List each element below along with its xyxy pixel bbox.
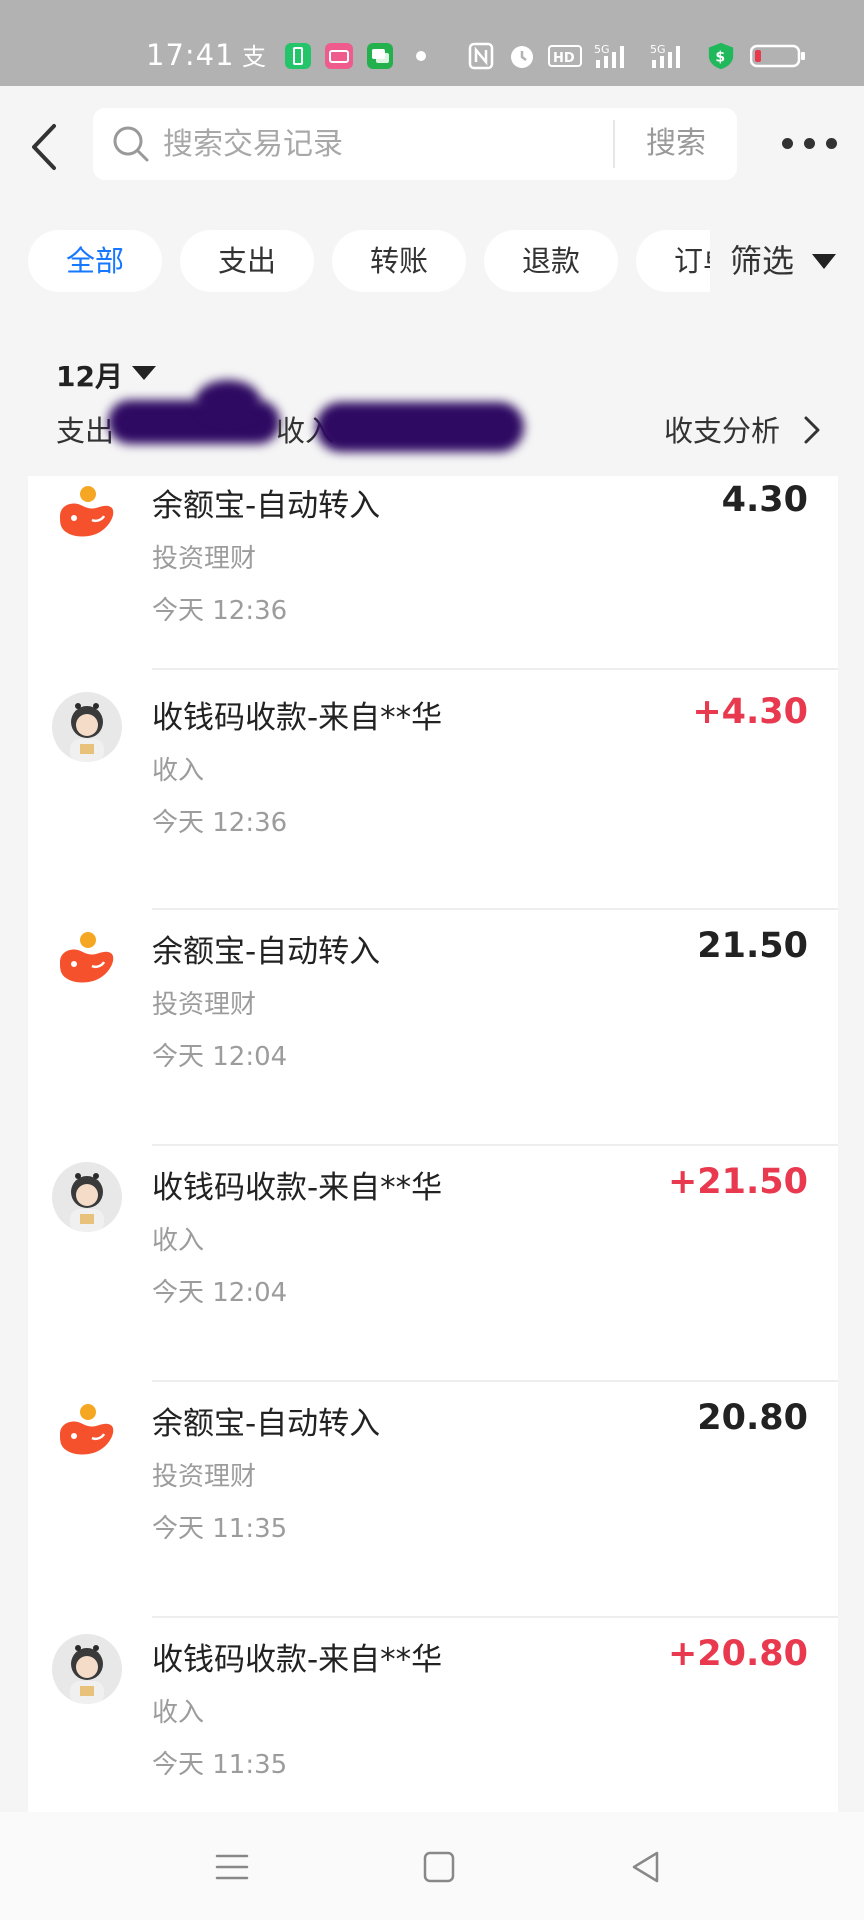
caret-down-icon <box>812 254 836 269</box>
caret-down-icon[interactable] <box>132 366 156 380</box>
transaction-amount: +20.80 <box>667 1634 808 1674</box>
transaction-category: 投资理财 <box>152 544 257 574</box>
message-icon <box>367 43 393 69</box>
chip-all[interactable]: 全部 <box>28 230 162 292</box>
avatar <box>52 1162 122 1232</box>
transaction-category: 收入 <box>152 1226 205 1256</box>
dot-icon <box>416 51 426 61</box>
search-box[interactable]: 搜索 <box>93 108 737 180</box>
transaction-list: 余额宝-自动转入 投资理财 今天 12:36 4.30 收钱码收款-来自**华 … <box>28 476 838 1812</box>
yuebao-logo-icon <box>60 486 114 537</box>
row-divider <box>152 908 838 910</box>
transaction-time: 今天 12:36 <box>152 596 288 626</box>
signal-5g-icon: 5G <box>594 43 624 68</box>
transaction-time: 今天 12:04 <box>152 1042 288 1072</box>
transaction-category: 投资理财 <box>152 1462 257 1492</box>
row-divider <box>152 1144 838 1146</box>
row-divider <box>152 1380 838 1382</box>
transaction-row[interactable]: 收钱码收款-来自**华 收入 今天 11:35 +20.80 <box>28 1624 838 1812</box>
filter-button[interactable]: 筛选 <box>710 226 864 296</box>
alipay-icon: 支 <box>242 43 266 70</box>
transaction-time: 今天 12:04 <box>152 1278 288 1308</box>
filter-chips: 全部 支出 转账 退款 订单 筛选 <box>0 226 864 296</box>
transaction-time: 今天 11:35 <box>152 1514 288 1544</box>
battery-low-icon <box>750 44 805 68</box>
row-divider <box>152 1616 838 1618</box>
battery-saver-icon <box>285 43 311 69</box>
transaction-title: 收钱码收款-来自**华 <box>152 700 443 736</box>
system-navigation-bar <box>0 1812 864 1920</box>
transaction-title: 余额宝-自动转入 <box>152 934 381 970</box>
search-button[interactable]: 搜索 <box>615 108 737 180</box>
transaction-amount: 20.80 <box>697 1398 808 1438</box>
chevron-right-icon[interactable] <box>800 414 824 446</box>
back-triangle-icon[interactable] <box>621 1842 671 1892</box>
svg-text:5G: 5G <box>594 43 610 56</box>
transaction-row[interactable]: 收钱码收款-来自**华 收入 今天 12:04 +21.50 <box>28 1152 838 1387</box>
yuebao-logo-icon <box>60 1404 114 1455</box>
svg-text:$: $ <box>715 50 725 66</box>
transaction-category: 投资理财 <box>152 990 257 1020</box>
transaction-amount: 4.30 <box>721 480 808 520</box>
avatar <box>52 692 122 762</box>
chip-expense[interactable]: 支出 <box>180 230 314 292</box>
more-menu-icon[interactable] <box>782 136 838 152</box>
transaction-title: 收钱码收款-来自**华 <box>152 1170 443 1206</box>
security-shield-icon: $ <box>708 42 734 70</box>
nfc-icon <box>468 42 494 70</box>
transaction-amount: +21.50 <box>667 1162 808 1202</box>
avatar <box>52 1634 122 1704</box>
menu-icon[interactable] <box>207 1842 257 1892</box>
chip-transfer[interactable]: 转账 <box>332 230 466 292</box>
status-time: 17:41 <box>146 38 235 72</box>
svg-text:支: 支 <box>242 43 266 70</box>
expense-label: 支出 <box>56 414 115 448</box>
svg-text:5G: 5G <box>650 43 666 56</box>
row-divider <box>152 668 838 670</box>
transaction-title: 余额宝-自动转入 <box>152 488 381 524</box>
transaction-category: 收入 <box>152 756 205 786</box>
back-arrow-icon[interactable] <box>28 122 64 172</box>
yuebao-logo-icon <box>60 932 114 983</box>
transaction-title: 收钱码收款-来自**华 <box>152 1642 443 1678</box>
transaction-row[interactable]: 余额宝-自动转入 投资理财 今天 12:36 4.30 <box>28 476 838 705</box>
transaction-time: 今天 12:36 <box>152 808 288 838</box>
transaction-amount: 21.50 <box>697 926 808 966</box>
transaction-row[interactable]: 余额宝-自动转入 投资理财 今天 12:04 21.50 <box>28 916 838 1151</box>
transaction-time: 今天 11:35 <box>152 1750 288 1780</box>
transaction-title: 余额宝-自动转入 <box>152 1406 381 1442</box>
hd-icon: HD <box>548 45 582 67</box>
search-icon <box>113 126 149 162</box>
analysis-link[interactable]: 收支分析 <box>664 408 780 450</box>
signal-5g-icon: 5G <box>650 43 680 68</box>
transaction-category: 收入 <box>152 1698 205 1728</box>
transaction-row[interactable]: 收钱码收款-来自**华 收入 今天 12:36 +4.30 <box>28 682 838 917</box>
redaction-mark <box>196 380 260 420</box>
status-bar: 17:41 支 HD 5G 5G $ <box>0 0 864 86</box>
redaction-mark <box>316 402 524 452</box>
search-header: 搜索 <box>0 86 864 226</box>
filter-label: 筛选 <box>730 242 795 280</box>
month-selector[interactable]: 12月 <box>56 355 123 395</box>
bilibili-icon <box>325 43 353 69</box>
home-icon[interactable] <box>414 1842 464 1892</box>
transaction-row[interactable]: 余额宝-自动转入 投资理财 今天 11:35 20.80 <box>28 1388 838 1623</box>
svg-text:HD: HD <box>553 51 575 66</box>
alarm-icon <box>511 46 533 68</box>
transaction-amount: +4.30 <box>692 692 808 732</box>
chip-refund[interactable]: 退款 <box>484 230 618 292</box>
